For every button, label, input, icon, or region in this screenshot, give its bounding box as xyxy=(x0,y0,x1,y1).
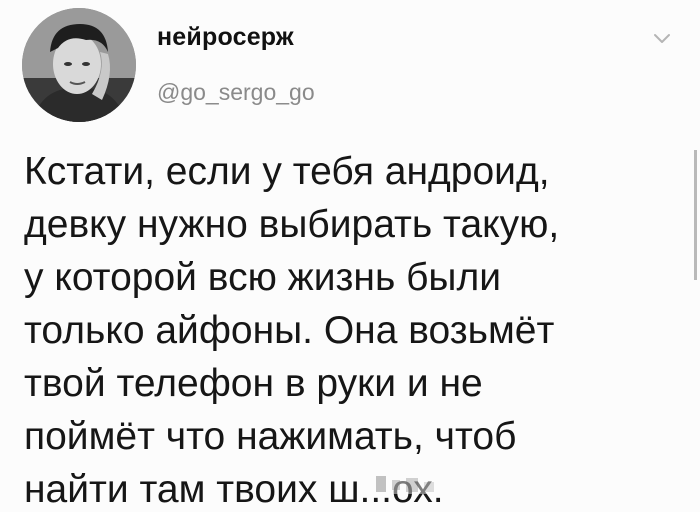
author-handle[interactable]: @go_sergo_go xyxy=(157,79,315,106)
chevron-down-icon[interactable] xyxy=(653,32,671,46)
scrollbar[interactable] xyxy=(694,150,697,280)
censor-blur-overlay xyxy=(370,472,466,494)
tweet-text: Кстати, если у тебя андроид, девку нужно… xyxy=(24,150,560,511)
user-avatar-icon xyxy=(22,8,136,122)
author-display-name[interactable]: нейросерж xyxy=(157,23,294,52)
tweet-card: нейросерж @go_sergo_go Кстати, если у те… xyxy=(0,0,700,512)
author-avatar[interactable] xyxy=(22,8,136,122)
